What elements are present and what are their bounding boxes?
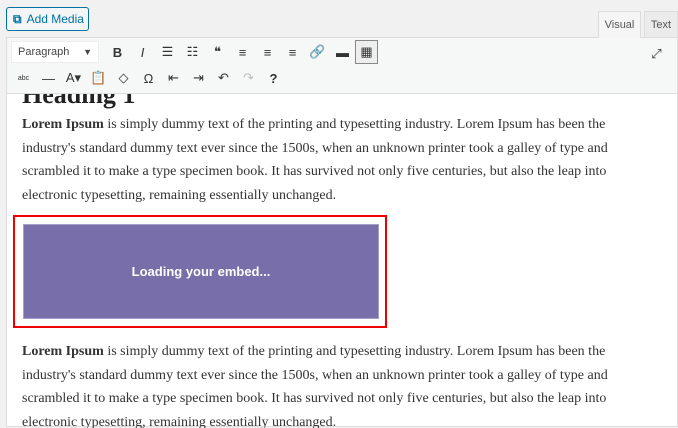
- redo-icon[interactable]: ↷: [236, 66, 261, 90]
- paragraph: Lorem Ipsum is simply dummy text of the …: [22, 113, 662, 207]
- embed-placeholder[interactable]: Loading your embed...: [23, 224, 379, 319]
- fullscreen-icon[interactable]: ⤢: [644, 42, 669, 66]
- horizontal-line-icon[interactable]: —: [36, 66, 61, 90]
- editor: Paragraph ▼ B I ☰ ☷ ❝ ≡ ≡ ≡ 🔗 ▬ ▦ abc — A▾ 📋 ◇ Ω ⇤ ⇥ ↶ ↷? ⤢ …: [6, 37, 678, 428]
- bold-text: Lorem Ipsum: [22, 117, 104, 132]
- toolbar-toggle-icon[interactable]: ▦: [355, 40, 378, 64]
- tab-visual[interactable]: Visual: [598, 11, 641, 38]
- chevron-down-icon: ▼: [83, 47, 92, 57]
- editor-content[interactable]: Heading 1 Lorem Ipsum is simply dummy te…: [7, 94, 677, 428]
- media-icon: ⧉: [13, 11, 22, 26]
- paragraph-text: is simply dummy text of the printing and…: [22, 344, 608, 428]
- add-media-button[interactable]: ⧉ Add Media: [6, 7, 89, 31]
- embed-highlight: Loading your embed...: [13, 215, 387, 328]
- indent-icon[interactable]: ⇥: [186, 66, 211, 90]
- blockquote-icon[interactable]: ❝: [205, 40, 230, 64]
- bold-text: Lorem Ipsum: [22, 344, 104, 359]
- paragraph-text: is simply dummy text of the printing and…: [22, 117, 608, 203]
- tab-text[interactable]: Text: [644, 11, 678, 37]
- undo-icon[interactable]: ↶: [211, 66, 236, 90]
- outdent-icon[interactable]: ⇤: [161, 66, 186, 90]
- read-more-icon[interactable]: ▬: [330, 40, 355, 64]
- align-left-icon[interactable]: ≡: [230, 40, 255, 64]
- toolbar: Paragraph ▼ B I ☰ ☷ ❝ ≡ ≡ ≡ 🔗 ▬ ▦ abc — A▾ 📋 ◇ Ω ⇤ ⇥ ↶ ↷? ⤢: [7, 38, 677, 94]
- align-right-icon[interactable]: ≡: [280, 40, 305, 64]
- format-select[interactable]: Paragraph ▼: [11, 41, 99, 63]
- align-center-icon[interactable]: ≡: [255, 40, 280, 64]
- help-icon[interactable]: ?: [261, 66, 286, 90]
- special-character-icon[interactable]: Ω: [136, 66, 161, 90]
- heading: Heading 1: [22, 94, 136, 109]
- bulleted-list-icon[interactable]: ☰: [155, 40, 180, 64]
- bold-icon[interactable]: B: [105, 40, 130, 64]
- text-color-icon[interactable]: A▾: [61, 66, 86, 90]
- embed-loading-text: Loading your embed...: [131, 264, 271, 279]
- paragraph: Lorem Ipsum is simply dummy text of the …: [22, 340, 662, 428]
- format-value: Paragraph: [18, 46, 70, 58]
- clear-formatting-icon[interactable]: ◇: [111, 66, 136, 90]
- strikethrough-icon[interactable]: abc: [11, 66, 36, 90]
- italic-icon[interactable]: I: [130, 40, 155, 64]
- paste-text-icon[interactable]: 📋: [86, 66, 111, 90]
- link-icon[interactable]: 🔗: [305, 40, 330, 64]
- numbered-list-icon[interactable]: ☷: [180, 40, 205, 64]
- add-media-label: Add Media: [26, 12, 84, 26]
